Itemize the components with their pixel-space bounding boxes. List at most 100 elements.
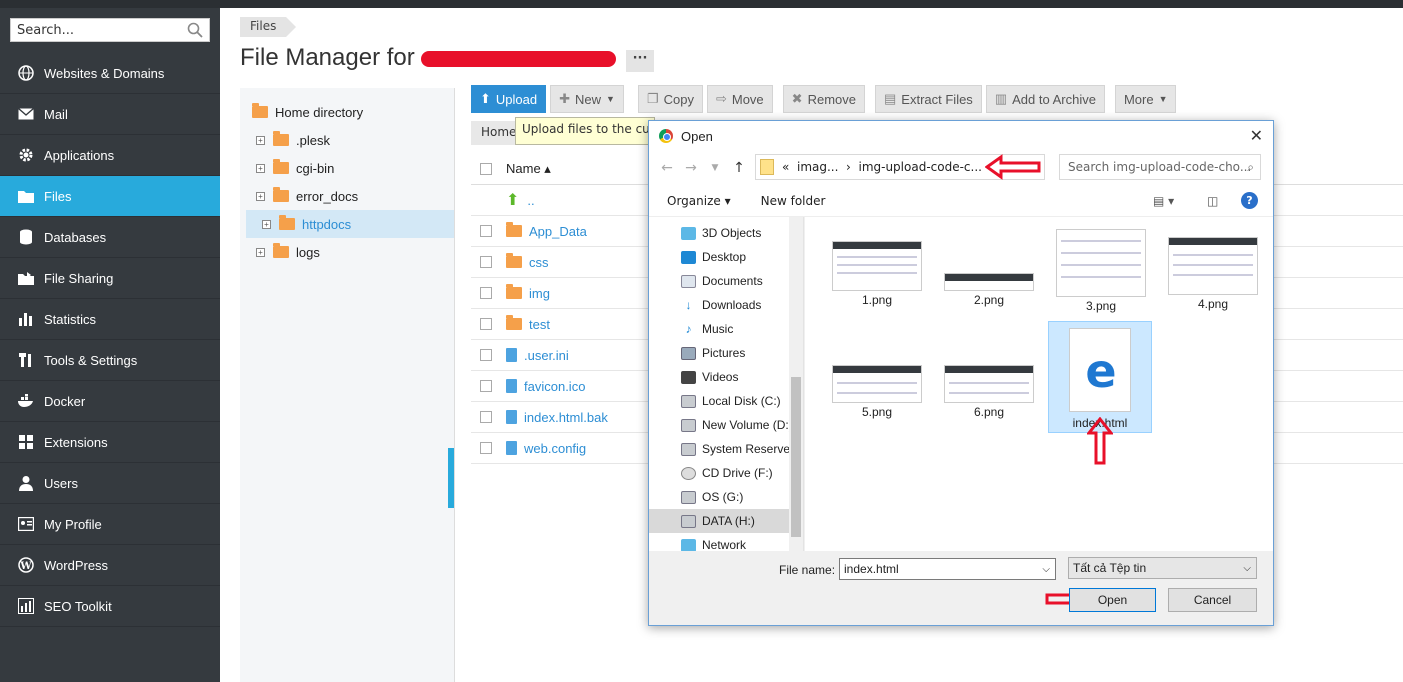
path-segment[interactable]: img-upload-code-c... [858,160,981,174]
nav-item-videos[interactable]: Videos [649,365,803,389]
chevron-down-icon[interactable]: ⌵ [1042,564,1050,575]
file-name[interactable]: img [529,286,550,301]
sidebar-item-databases[interactable]: Databases [0,217,220,258]
nav-item-drive-f[interactable]: CD Drive (F:) [649,461,803,485]
sidebar-item-users[interactable]: Users [0,463,220,504]
file-tile[interactable]: 2.png [937,229,1041,341]
open-button[interactable]: Open [1069,588,1156,612]
tree-item[interactable]: + logs [240,238,454,266]
organize-button[interactable]: Organize ▾ [667,194,731,208]
search-icon[interactable] [187,22,203,38]
nav-item-drive-c[interactable]: Local Disk (C:) [649,389,803,413]
file-tile[interactable]: 1.png [825,229,929,341]
upload-button[interactable]: ⬆ Upload [471,85,547,113]
sidebar-item-label: Databases [44,229,107,245]
tree-item[interactable]: + cgi-bin [240,154,454,182]
parent-dir-label[interactable]: .. [527,193,534,208]
sidebar-item-my-profile[interactable]: My Profile [0,504,220,545]
nav-item-music[interactable]: ♪ Music [649,317,803,341]
file-name[interactable]: test [529,317,550,332]
close-icon[interactable]: ✕ [1250,126,1263,146]
nav-item-drive-h[interactable]: DATA (H:) [649,509,803,533]
row-checkbox[interactable] [480,256,492,268]
sidebar-item-tools[interactable]: Tools & Settings [0,340,220,381]
row-checkbox[interactable] [480,318,492,330]
cancel-button[interactable]: Cancel [1168,588,1257,612]
file-tile[interactable]: 6.png [937,345,1041,457]
expand-icon[interactable]: + [256,191,265,201]
nav-item-pictures[interactable]: Pictures [649,341,803,365]
nav-item-label: Documents [702,274,763,288]
forward-icon[interactable]: → [679,160,703,176]
up-icon[interactable]: ↑ [727,160,751,176]
nav-item-drive-d[interactable]: New Volume (D:) [649,413,803,437]
nav-item-network[interactable]: Network [649,539,803,551]
remove-button[interactable]: ✖ Remove [782,85,865,113]
help-icon[interactable]: ? [1241,192,1258,209]
new-folder-button[interactable]: New folder [761,194,826,208]
preview-pane-icon[interactable]: ◫ [1207,194,1218,208]
row-checkbox[interactable] [480,442,492,454]
sidebar-item-statistics[interactable]: Statistics [0,299,220,340]
sidebar-item-files[interactable]: Files [0,176,220,217]
sidebar-item-mail[interactable]: Mail [0,94,220,135]
move-button[interactable]: ⇨ Move [706,85,773,113]
name-column-header[interactable]: Name ▴ [506,161,551,177]
search-input[interactable]: Search... [10,18,210,42]
select-all-checkbox[interactable] [480,162,492,175]
path-segment[interactable]: imag... [797,160,838,174]
file-name[interactable]: favicon.ico [524,379,585,394]
dialog-search-input[interactable]: Search img-upload-code-cho... ⌕ [1059,154,1261,180]
extract-files-button[interactable]: ▤ Extract Files [875,85,982,113]
new-button[interactable]: ✚ New ▼ [550,85,624,113]
nav-scrollbar-thumb[interactable] [791,377,801,537]
nav-item-system-reserved[interactable]: System Reserved [649,437,803,461]
file-name[interactable]: App_Data [529,224,587,239]
folder-icon [273,243,289,258]
file-name[interactable]: web.config [524,441,586,456]
sidebar-item-extensions[interactable]: Extensions [0,422,220,463]
nav-item-documents[interactable]: Documents [649,269,803,293]
row-checkbox[interactable] [480,287,492,299]
file-tile[interactable]: 4.png [1161,229,1265,341]
nav-item-desktop[interactable]: Desktop [649,245,803,269]
sidebar-item-websites[interactable]: Websites & Domains [0,53,220,94]
back-icon[interactable]: ← [655,160,679,176]
view-options-icon[interactable]: ▤ ▾ [1153,194,1174,208]
expand-icon[interactable]: + [262,219,271,229]
sidebar-item-wordpress[interactable]: W WordPress [0,545,220,586]
file-name[interactable]: css [529,255,549,270]
filetype-select[interactable]: Tất cả Tệp tin ⌵ [1068,557,1257,579]
breadcrumb[interactable]: Files [240,17,297,37]
expand-icon[interactable]: + [256,247,265,257]
file-name[interactable]: .user.ini [524,348,569,363]
tree-resize-handle[interactable] [448,448,454,508]
row-checkbox[interactable] [480,225,492,237]
recent-dropdown-icon[interactable]: ▼ [703,163,727,173]
row-checkbox[interactable] [480,411,492,423]
tree-root[interactable]: Home directory [240,98,454,126]
nav-item-drive-g[interactable]: OS (G:) [649,485,803,509]
file-name[interactable]: index.html.bak [524,410,608,425]
more-button[interactable]: More ▼ [1114,85,1177,113]
expand-icon[interactable]: + [256,135,265,145]
tree-item-selected[interactable]: + httpdocs [246,210,454,238]
nav-item-3d-objects[interactable]: 3D Objects [649,221,803,245]
expand-icon[interactable]: + [256,163,265,173]
sidebar-item-applications[interactable]: Applications [0,135,220,176]
svg-text:W: W [19,561,32,572]
add-to-archive-button[interactable]: ▥ Add to Archive [985,85,1105,113]
tree-item[interactable]: + error_docs [240,182,454,210]
copy-button[interactable]: ❐ Copy [637,85,703,113]
row-checkbox[interactable] [480,349,492,361]
row-checkbox[interactable] [480,380,492,392]
sidebar-item-docker[interactable]: Docker [0,381,220,422]
title-more-button[interactable]: ··· [626,50,654,72]
tree-item[interactable]: + .plesk [240,126,454,154]
filename-input[interactable]: index.html ⌵ [839,558,1056,580]
sidebar-item-file-sharing[interactable]: File Sharing [0,258,220,299]
path-home[interactable]: Home [481,125,516,139]
nav-item-downloads[interactable]: ↓ Downloads [649,293,803,317]
sidebar-item-seo-toolkit[interactable]: SEO Toolkit [0,586,220,627]
file-tile[interactable]: 5.png [825,345,929,457]
